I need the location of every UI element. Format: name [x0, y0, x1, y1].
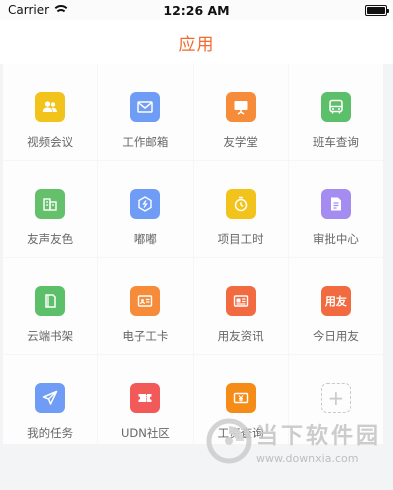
app-label: 嘟嘟	[133, 232, 157, 246]
salary-icon	[225, 383, 256, 413]
sound-icon	[35, 189, 66, 219]
status-left: Carrier	[8, 3, 68, 17]
add-icon: +	[320, 383, 351, 413]
news-icon	[225, 286, 256, 316]
app-label: 工资查询	[217, 426, 264, 440]
nav-bar: 应用	[0, 20, 393, 64]
ticket-icon	[130, 383, 161, 413]
wifi-icon	[54, 5, 68, 15]
app-tile[interactable]: 友声友色	[3, 161, 98, 257]
app-label: UDN社区	[120, 426, 170, 440]
app-label: 我的任务	[27, 426, 74, 440]
status-time: 12:26 AM	[163, 2, 230, 18]
app-label: 友学堂	[223, 135, 258, 149]
add-app-button[interactable]: +	[288, 355, 383, 444]
app-label: 用友资讯	[217, 329, 264, 343]
app-tile[interactable]: 我的任务	[3, 355, 98, 444]
app-tile[interactable]: 项目工时	[193, 161, 288, 257]
app-tile[interactable]: 工资查询	[193, 355, 288, 444]
app-label: 友声友色	[27, 232, 74, 246]
app-tile[interactable]: 工作邮箱	[98, 64, 193, 160]
app-grid: 视频会议 工作邮箱 友学堂 班车查询友声友色 嘟嘟 项目工时 审批中心云端书架 电子工卡 用友资…	[3, 64, 383, 444]
app-tile[interactable]: 班车查询	[288, 64, 383, 160]
bus-icon	[320, 92, 351, 122]
book-icon	[35, 286, 66, 316]
app-tile[interactable]: 用友 今日用友	[288, 258, 383, 354]
timer-icon	[225, 189, 256, 219]
send-icon	[35, 383, 66, 413]
dudu-icon	[130, 189, 161, 219]
badge-card-icon	[130, 286, 161, 316]
app-label: 班车查询	[312, 135, 359, 149]
app-tile[interactable]: 友学堂	[193, 64, 288, 160]
app-label: 云端书架	[27, 329, 74, 343]
app-label: 工作邮箱	[122, 135, 169, 149]
battery-fill	[367, 6, 385, 14]
page-title: 应用	[178, 34, 215, 55]
approval-icon	[320, 189, 351, 219]
app-tile[interactable]: 审批中心	[288, 161, 383, 257]
yonyou-logo-icon: 用友	[320, 286, 351, 316]
app-tile[interactable]: 电子工卡	[98, 258, 193, 354]
app-label: 审批中心	[312, 232, 359, 246]
app-tile[interactable]: 用友资讯	[193, 258, 288, 354]
app-label: 今日用友	[312, 329, 359, 343]
app-label: 项目工时	[217, 232, 264, 246]
battery-icon	[365, 4, 389, 16]
video-meeting-icon	[35, 92, 66, 122]
app-tile[interactable]: 嘟嘟	[98, 161, 193, 257]
classroom-icon	[225, 92, 256, 122]
app-label: 电子工卡	[122, 329, 169, 343]
status-bar: Carrier 12:26 AM	[0, 0, 393, 20]
watermark-url: www.downxia.com	[256, 451, 359, 465]
carrier-label: Carrier	[8, 3, 50, 17]
app-tile[interactable]: UDN社区	[98, 355, 193, 444]
app-tile[interactable]: 视频会议	[3, 64, 98, 160]
app-label: 视频会议	[27, 135, 74, 149]
mail-icon	[130, 92, 161, 122]
app-tile[interactable]: 云端书架	[3, 258, 98, 354]
